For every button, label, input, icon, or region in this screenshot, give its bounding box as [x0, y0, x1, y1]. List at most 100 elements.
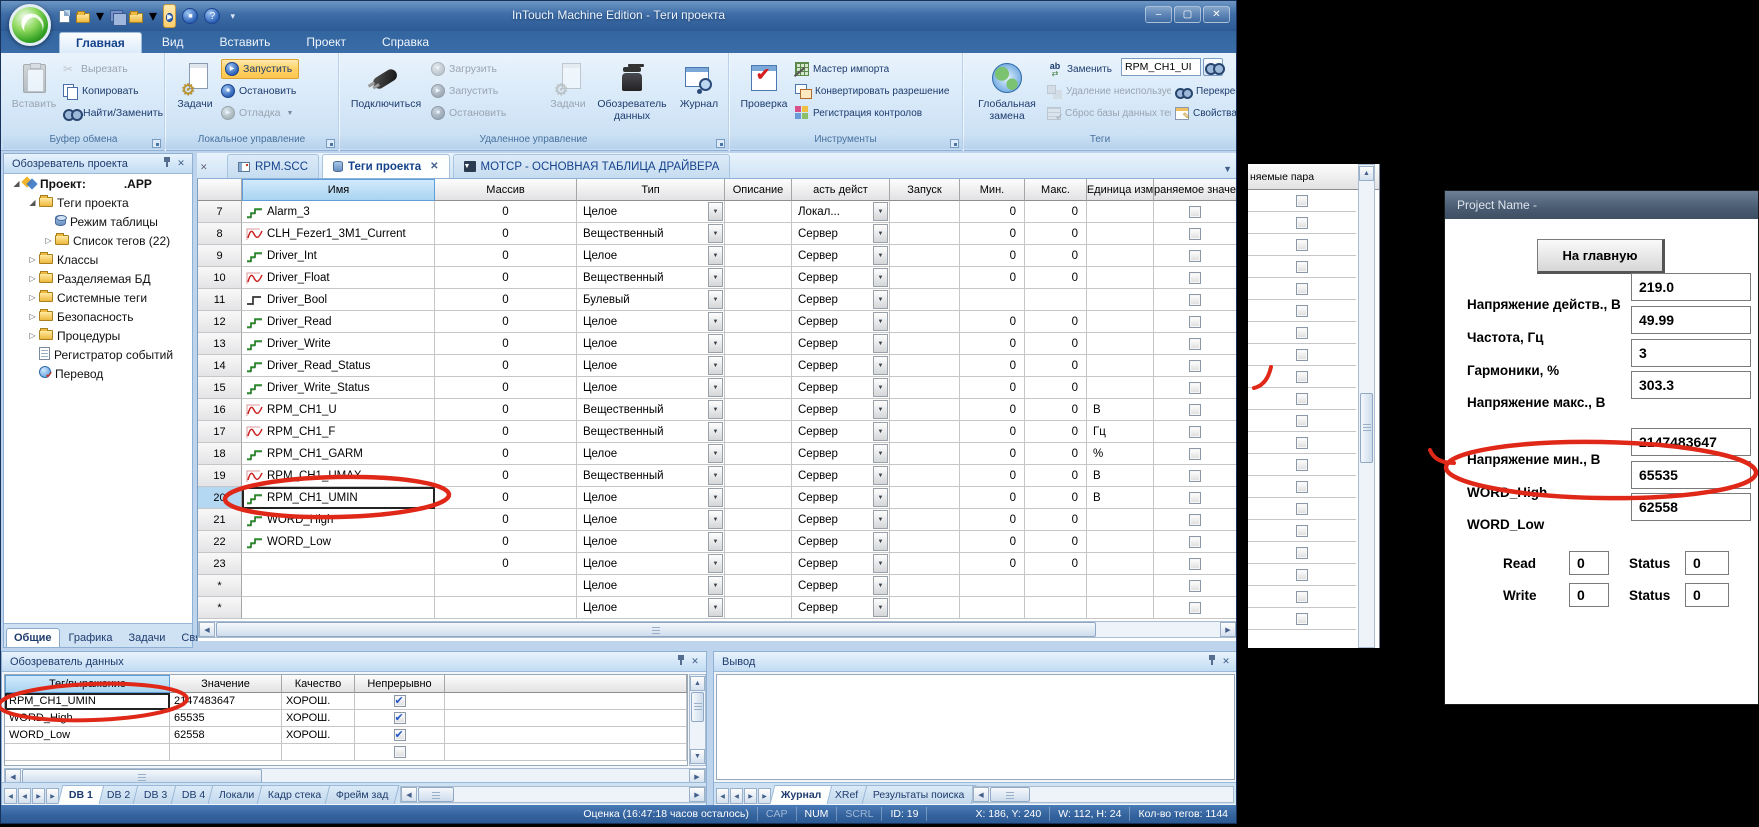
- watch-tab-Кадр стека[interactable]: Кадр стека: [257, 785, 333, 804]
- scope-dropdown-icon[interactable]: ▼: [873, 466, 888, 485]
- scope-dropdown-icon[interactable]: ▼: [873, 246, 888, 265]
- explorer-tab-Общие[interactable]: Общие: [6, 628, 60, 647]
- column-header-Тип[interactable]: Тип: [577, 179, 725, 201]
- ribbon-item-Удаление неиспользуемых тегов[interactable]: Удаление неиспользуемых тегов: [1047, 81, 1171, 101]
- column-header-Мин.[interactable]: Мин.: [960, 179, 1025, 201]
- tag-search-button[interactable]: [1203, 58, 1223, 76]
- runtime-value-box[interactable]: 65535: [1631, 461, 1751, 489]
- description-cell[interactable]: [725, 223, 792, 245]
- ribbon-item-Остановить[interactable]: ■Остановить: [221, 81, 296, 101]
- retentive-value-cell[interactable]: [1154, 377, 1237, 399]
- max-cell[interactable]: [1025, 289, 1087, 311]
- min-cell[interactable]: 0: [960, 399, 1025, 421]
- type-cell[interactable]: Целое▼: [577, 597, 725, 619]
- array-cell[interactable]: 0: [435, 399, 577, 421]
- watch-column-Тег/выражение[interactable]: Тег/выражение: [5, 675, 170, 693]
- scope-cell[interactable]: Сервер▼: [792, 443, 890, 465]
- row-number[interactable]: 20: [198, 487, 242, 509]
- ribbon-item-Вырезать[interactable]: ✂Вырезать: [63, 59, 128, 79]
- max-cell[interactable]: 0: [1025, 399, 1087, 421]
- max-cell[interactable]: 0: [1025, 355, 1087, 377]
- ribbon-big-Проверка[interactable]: Проверка: [735, 57, 793, 131]
- tag-search-input[interactable]: [1121, 58, 1201, 76]
- tree-expander-icon[interactable]: ▷: [28, 331, 37, 340]
- row-number[interactable]: 18: [198, 443, 242, 465]
- ribbon-item-Сброс базы данных тегов[interactable]: Сброс базы данных тегов: [1047, 103, 1171, 123]
- dialog-launcher-icon[interactable]: [716, 139, 725, 148]
- max-cell[interactable]: 0: [1025, 443, 1087, 465]
- type-dropdown-icon[interactable]: ▼: [708, 334, 723, 353]
- tree-expander-icon[interactable]: ▷: [28, 255, 37, 264]
- min-cell[interactable]: 0: [960, 311, 1025, 333]
- type-cell[interactable]: Булевый▼: [577, 289, 725, 311]
- description-cell[interactable]: [725, 553, 792, 575]
- tree-item-Перевод[interactable]: Перевод: [4, 364, 192, 383]
- ribbon-item-Отладка[interactable]: ▶Отладка▼: [221, 103, 293, 123]
- explorer-tab-Графика[interactable]: Графика: [62, 629, 120, 647]
- watch-column-Качество[interactable]: Качество: [282, 675, 355, 693]
- row-number[interactable]: *: [198, 575, 242, 597]
- scope-dropdown-icon[interactable]: ▼: [873, 576, 888, 595]
- runtime-status-value-box[interactable]: 0: [1685, 583, 1729, 607]
- array-cell[interactable]: 0: [435, 509, 577, 531]
- watch-quality-cell[interactable]: ХОРОШ.: [282, 727, 355, 744]
- runtime-io-value-box[interactable]: 0: [1569, 551, 1609, 575]
- scope-dropdown-icon[interactable]: ▼: [873, 554, 888, 573]
- description-cell[interactable]: [725, 465, 792, 487]
- tag-name-cell[interactable]: CLH_Fezer1_3M1_Current: [242, 223, 435, 245]
- ribbon-tab-Вставить[interactable]: Вставить: [204, 32, 287, 53]
- ribbon-big-Журнал[interactable]: Журнал: [673, 57, 725, 131]
- array-cell[interactable]: 0: [435, 201, 577, 223]
- watch-quality-cell[interactable]: [282, 744, 355, 761]
- description-cell[interactable]: [725, 509, 792, 531]
- type-dropdown-icon[interactable]: ▼: [708, 290, 723, 309]
- dialog-launcher-icon[interactable]: [950, 139, 959, 148]
- retentive-checkbox[interactable]: [1189, 514, 1201, 526]
- unit-cell[interactable]: В: [1087, 399, 1154, 421]
- scope-cell[interactable]: Локал...▼: [792, 201, 890, 223]
- retentive-value-cell[interactable]: [1154, 443, 1237, 465]
- unit-cell[interactable]: [1087, 289, 1154, 311]
- output-tabs-scrollbar[interactable]: ◀: [972, 786, 1234, 803]
- row-number[interactable]: 19: [198, 465, 242, 487]
- runtime-value-box[interactable]: 303.3: [1631, 371, 1751, 399]
- column-header-раняемое значе[interactable]: раняемое значе: [1154, 179, 1237, 201]
- type-cell[interactable]: Вещественный▼: [577, 465, 725, 487]
- scope-cell[interactable]: Сервер▼: [792, 311, 890, 333]
- retentive-checkbox[interactable]: [1189, 470, 1201, 482]
- watch-tag-cell[interactable]: RPM_CH1_UMIN: [5, 693, 170, 710]
- min-cell[interactable]: 0: [960, 487, 1025, 509]
- startup-cell[interactable]: [890, 421, 960, 443]
- array-cell[interactable]: 0: [435, 311, 577, 333]
- ribbon-item-Копировать[interactable]: Копировать: [63, 81, 139, 101]
- scope-dropdown-icon[interactable]: ▼: [873, 378, 888, 397]
- scope-dropdown-icon[interactable]: ▼: [873, 334, 888, 353]
- tag-name-cell[interactable]: [242, 597, 435, 619]
- array-cell[interactable]: [435, 575, 577, 597]
- runtime-value-box[interactable]: 2147483647: [1631, 428, 1751, 456]
- type-cell[interactable]: Целое▼: [577, 509, 725, 531]
- scope-dropdown-icon[interactable]: ▼: [873, 290, 888, 309]
- row-number[interactable]: 12: [198, 311, 242, 333]
- doc-tab-Теги проекта[interactable]: Теги проекта✕: [322, 154, 449, 178]
- ribbon-item-Мастер импорта[interactable]: Мастер импорта: [795, 59, 889, 79]
- type-cell[interactable]: Целое▼: [577, 575, 725, 597]
- description-cell[interactable]: [725, 597, 792, 619]
- type-dropdown-icon[interactable]: ▼: [708, 422, 723, 441]
- retentive-param-checkbox[interactable]: [1296, 371, 1308, 383]
- runtime-titlebar[interactable]: Project Name -: [1445, 191, 1758, 219]
- type-cell[interactable]: Вещественный▼: [577, 223, 725, 245]
- tab-nav-first-icon[interactable]: ◀: [716, 788, 729, 804]
- unit-cell[interactable]: В: [1087, 465, 1154, 487]
- tree-expander-icon[interactable]: ◢: [28, 198, 37, 207]
- startup-cell[interactable]: [890, 245, 960, 267]
- watch-tag-cell[interactable]: WORD_High: [5, 710, 170, 727]
- array-cell[interactable]: 0: [435, 443, 577, 465]
- continuous-checkbox[interactable]: [394, 746, 406, 758]
- row-number[interactable]: 23: [198, 553, 242, 575]
- runtime-status-value-box[interactable]: 0: [1685, 551, 1729, 575]
- startup-cell[interactable]: [890, 355, 960, 377]
- continuous-checkbox[interactable]: [394, 695, 406, 707]
- min-cell[interactable]: 0: [960, 377, 1025, 399]
- ribbon-item-Регистрация контролов[interactable]: Регистрация контролов: [795, 103, 922, 123]
